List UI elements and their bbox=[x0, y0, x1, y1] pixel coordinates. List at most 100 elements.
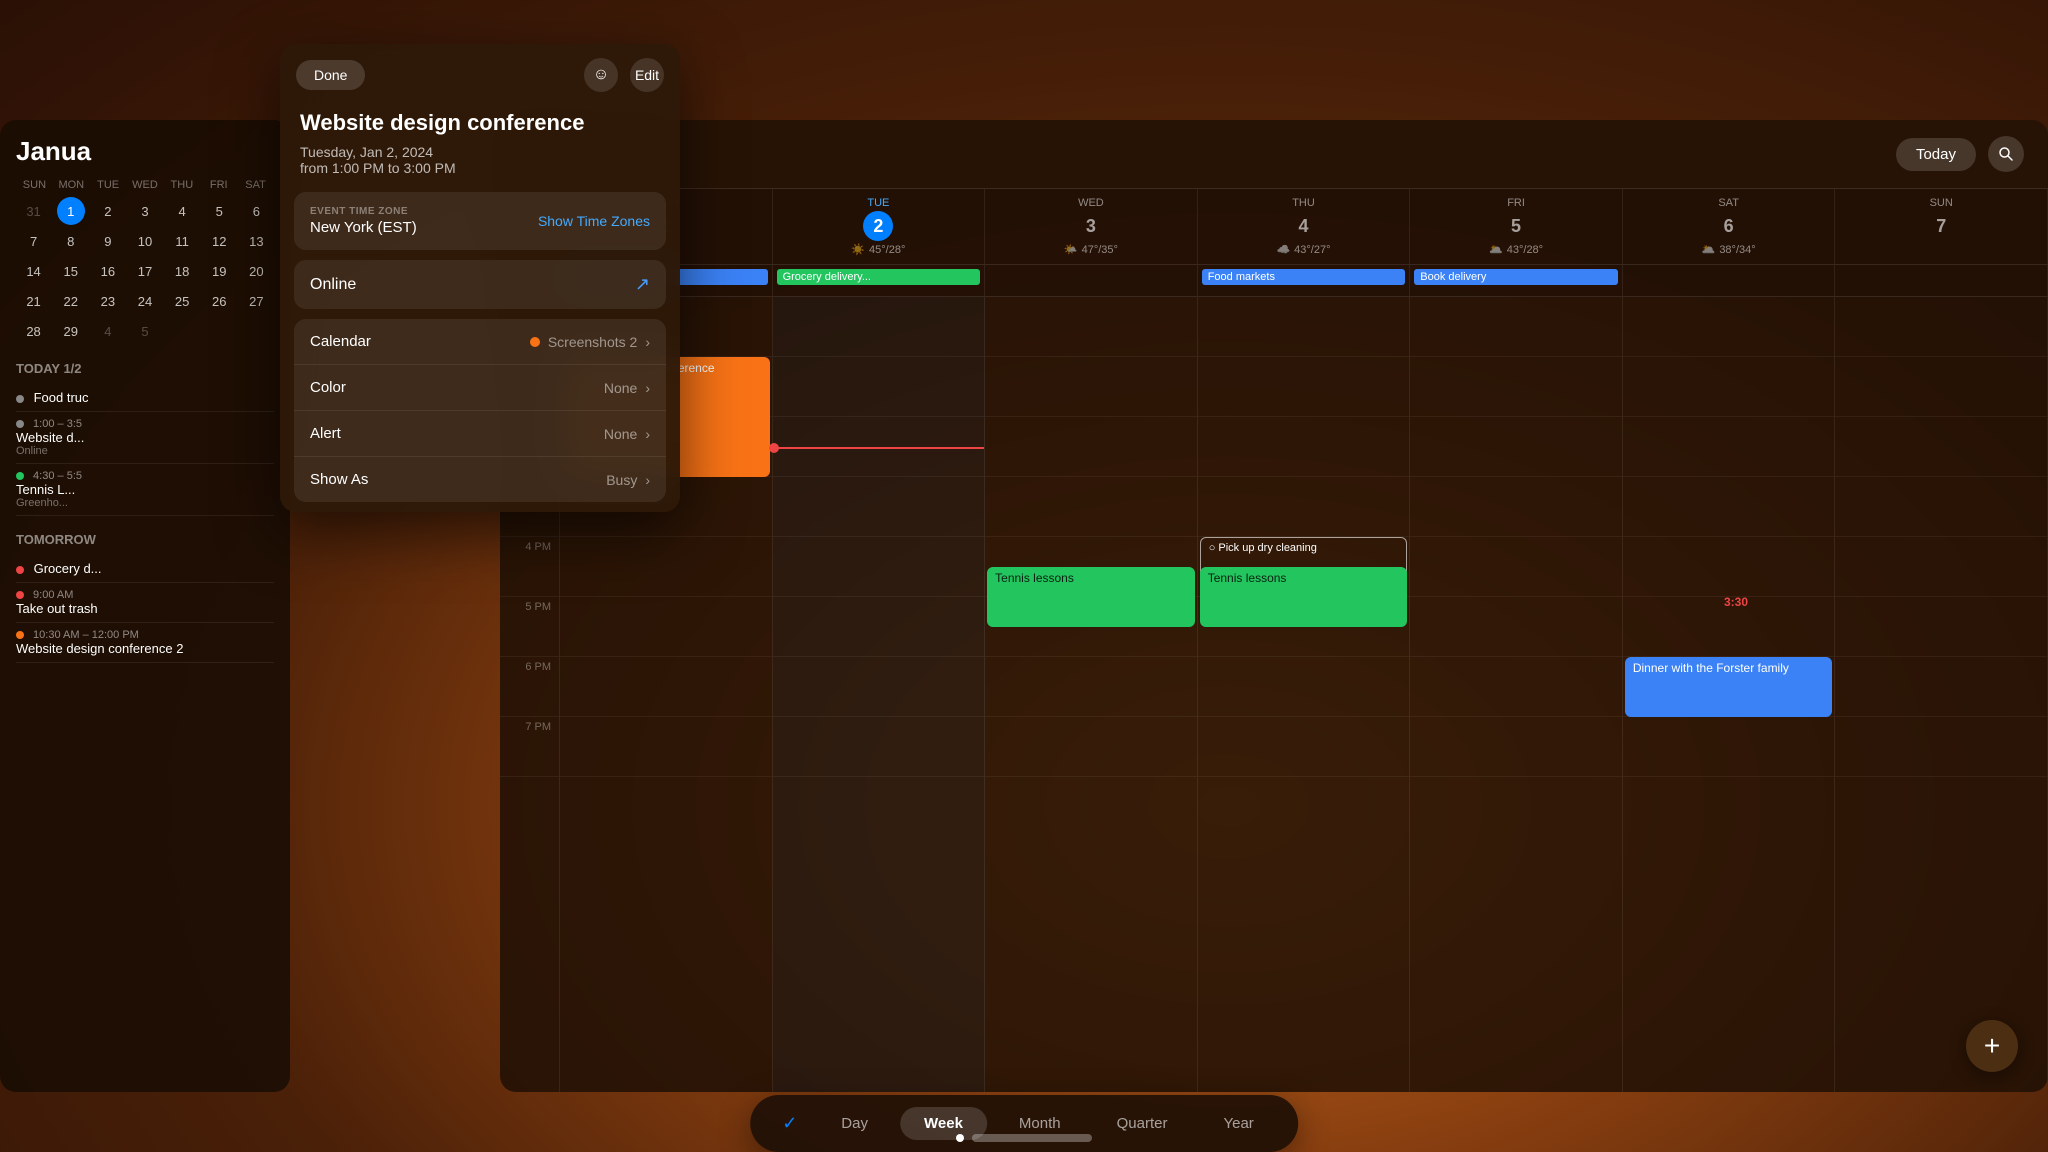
weather-sat: 🌥️ 38°/34° bbox=[1635, 243, 1823, 256]
mini-day[interactable]: 29 bbox=[57, 317, 85, 345]
mini-day[interactable]: 14 bbox=[20, 257, 48, 285]
sidebar-event-time: 1:00 – 3:5 bbox=[16, 418, 274, 430]
allday-event-book-delivery[interactable]: Book delivery bbox=[1414, 269, 1618, 285]
calendar-header: Today bbox=[500, 120, 2048, 189]
mini-day[interactable]: 12 bbox=[205, 227, 233, 255]
sidebar-event-website[interactable]: 1:00 – 3:5 Website d... Online bbox=[16, 412, 274, 464]
mini-day[interactable]: 28 bbox=[20, 317, 48, 345]
mini-day[interactable]: 23 bbox=[94, 287, 122, 315]
mini-calendar-grid: 31 1 2 3 4 5 6 7 8 9 10 11 12 13 14 15 1… bbox=[16, 197, 274, 345]
mini-day[interactable]: 20 bbox=[242, 257, 270, 285]
allday-event-grocery[interactable]: Grocery delivery... bbox=[777, 269, 981, 285]
page-indicator bbox=[956, 1134, 1092, 1142]
popup-show-as-row[interactable]: Show As Busy › bbox=[294, 457, 666, 502]
day-col-sun[interactable] bbox=[1835, 297, 2048, 1092]
today-button[interactable]: Today bbox=[1896, 138, 1976, 171]
mini-day[interactable]: 15 bbox=[57, 257, 85, 285]
mini-day[interactable]: 2 bbox=[94, 197, 122, 225]
sidebar-event-time: 9:00 AM bbox=[16, 589, 274, 601]
mini-day[interactable]: 4 bbox=[168, 197, 196, 225]
event-tennis-wed[interactable]: Tennis lessons bbox=[987, 567, 1195, 627]
day-header-wed[interactable]: WED 3 🌤️ 47°/35° bbox=[985, 189, 1198, 264]
sidebar-event-website2[interactable]: 10:30 AM – 12:00 PM Website design confe… bbox=[16, 623, 274, 663]
allday-thu[interactable]: Food markets bbox=[1198, 265, 1411, 296]
allday-fri[interactable]: Book delivery bbox=[1410, 265, 1623, 296]
mini-day[interactable]: 5 bbox=[131, 317, 159, 345]
add-event-button[interactable]: + bbox=[1966, 1020, 2018, 1072]
mini-day[interactable]: 25 bbox=[168, 287, 196, 315]
mini-day[interactable]: 6 bbox=[242, 197, 270, 225]
popup-details-section: Calendar Screenshots 2 › Color None › Al… bbox=[294, 319, 666, 502]
weather-thu: ☁️ 43°/27° bbox=[1210, 243, 1398, 256]
mini-day[interactable]: 7 bbox=[20, 227, 48, 255]
day-col-wed[interactable]: Tennis lessons bbox=[985, 297, 1198, 1092]
mini-day[interactable]: 19 bbox=[205, 257, 233, 285]
day-col-sat[interactable]: Dinner with the Forster family bbox=[1623, 297, 1836, 1092]
sidebar-event-tennis[interactable]: 4:30 – 5:5 Tennis L... Greenho... bbox=[16, 464, 274, 516]
allday-event-food-markets[interactable]: Food markets bbox=[1202, 269, 1406, 285]
day-col-fri[interactable] bbox=[1410, 297, 1623, 1092]
event-dinner-forster[interactable]: Dinner with the Forster family bbox=[1625, 657, 1833, 717]
tab-year[interactable]: Year bbox=[1199, 1107, 1277, 1140]
sidebar: Janua SUN MON TUE WED THU FRI SAT 31 1 2… bbox=[0, 120, 290, 1092]
sidebar-event-grocery[interactable]: Grocery d... bbox=[16, 555, 274, 583]
emoji-button[interactable]: ☺ bbox=[584, 58, 618, 92]
sidebar-event-title: Website design conference 2 bbox=[16, 641, 274, 656]
mini-day[interactable]: 9 bbox=[94, 227, 122, 255]
mini-day[interactable]: 3 bbox=[131, 197, 159, 225]
mini-day[interactable]: 18 bbox=[168, 257, 196, 285]
mini-cal-day-headers: SUN MON TUE WED THU FRI SAT bbox=[16, 179, 274, 191]
sidebar-event-title: Website d... bbox=[16, 430, 274, 445]
search-button[interactable] bbox=[1988, 136, 2024, 172]
day-header-tue[interactable]: TUE 2 ☀️ 45°/28° bbox=[773, 189, 986, 264]
mini-day[interactable]: 21 bbox=[20, 287, 48, 315]
mini-day[interactable]: 26 bbox=[205, 287, 233, 315]
mini-day[interactable]: 10 bbox=[131, 227, 159, 255]
calendar-main: Today MON 1 TUE 2 ☀️ 45°/28° WED 3 🌤️ bbox=[500, 120, 2048, 1092]
mini-day[interactable]: 8 bbox=[57, 227, 85, 255]
mini-day[interactable]: 17 bbox=[131, 257, 159, 285]
day-header-thu[interactable]: THU 4 ☁️ 43°/27° bbox=[1198, 189, 1411, 264]
popup-event-title: Website design conference bbox=[280, 106, 680, 140]
popup-location-row[interactable]: Online ↗ bbox=[294, 260, 666, 309]
page-dot-1 bbox=[956, 1134, 964, 1142]
event-tennis-thu[interactable]: Tennis lessons bbox=[1200, 567, 1408, 627]
day-header-fri[interactable]: FRI 5 🌥️ 43°/28° bbox=[1410, 189, 1623, 264]
event-dot bbox=[16, 395, 24, 403]
show-timezones-link[interactable]: Show Time Zones bbox=[538, 213, 650, 229]
sidebar-event-sub: Greenho... bbox=[16, 497, 274, 509]
mini-day[interactable]: 31 bbox=[20, 197, 48, 225]
tab-day[interactable]: Day bbox=[817, 1107, 892, 1140]
day-col-thu[interactable]: ○ Pick up dry cleaning Tennis lessons bbox=[1198, 297, 1411, 1092]
day-col-tue[interactable] bbox=[773, 297, 986, 1092]
location-link-icon: ↗ bbox=[635, 274, 650, 295]
calendar-dot bbox=[530, 337, 540, 347]
event-dot bbox=[16, 566, 24, 574]
sidebar-event-food-trucks[interactable]: Food truc bbox=[16, 384, 274, 412]
popup-calendar-row[interactable]: Calendar Screenshots 2 › bbox=[294, 319, 666, 365]
popup-color-row[interactable]: Color None › bbox=[294, 365, 666, 411]
popup-location-section: Online ↗ bbox=[294, 260, 666, 309]
current-time-indicator bbox=[773, 447, 985, 449]
mini-day[interactable]: 13 bbox=[242, 227, 270, 255]
week-header: MON 1 TUE 2 ☀️ 45°/28° WED 3 🌤️ 47°/35° … bbox=[500, 189, 2048, 265]
done-button[interactable]: Done bbox=[296, 60, 365, 90]
sidebar-event-trash[interactable]: 9:00 AM Take out trash bbox=[16, 583, 274, 623]
mini-day[interactable]: 5 bbox=[205, 197, 233, 225]
mini-day[interactable]: 16 bbox=[94, 257, 122, 285]
allday-tue[interactable]: Grocery delivery... bbox=[773, 265, 986, 296]
mini-day[interactable]: 24 bbox=[131, 287, 159, 315]
tab-quarter[interactable]: Quarter bbox=[1093, 1107, 1192, 1140]
mini-day-today[interactable]: 1 bbox=[57, 197, 85, 225]
edit-button[interactable]: Edit bbox=[630, 58, 664, 92]
mini-day[interactable]: 27 bbox=[242, 287, 270, 315]
day-header-sat[interactable]: SAT 6 🌥️ 38°/34° bbox=[1623, 189, 1836, 264]
mini-day[interactable]: 11 bbox=[168, 227, 196, 255]
allday-row: all-day Food trucks Grocery delivery... … bbox=[500, 265, 2048, 297]
mini-day[interactable]: 22 bbox=[57, 287, 85, 315]
mini-day[interactable]: 4 bbox=[94, 317, 122, 345]
day-header-sun[interactable]: SUN 7 bbox=[1835, 189, 2048, 264]
popup-timezone-row: EVENT TIME ZONE New York (EST) Show Time… bbox=[294, 192, 666, 250]
popup-event-date: Tuesday, Jan 2, 2024 from 1:00 PM to 3:0… bbox=[280, 140, 680, 192]
popup-alert-row[interactable]: Alert None › bbox=[294, 411, 666, 457]
